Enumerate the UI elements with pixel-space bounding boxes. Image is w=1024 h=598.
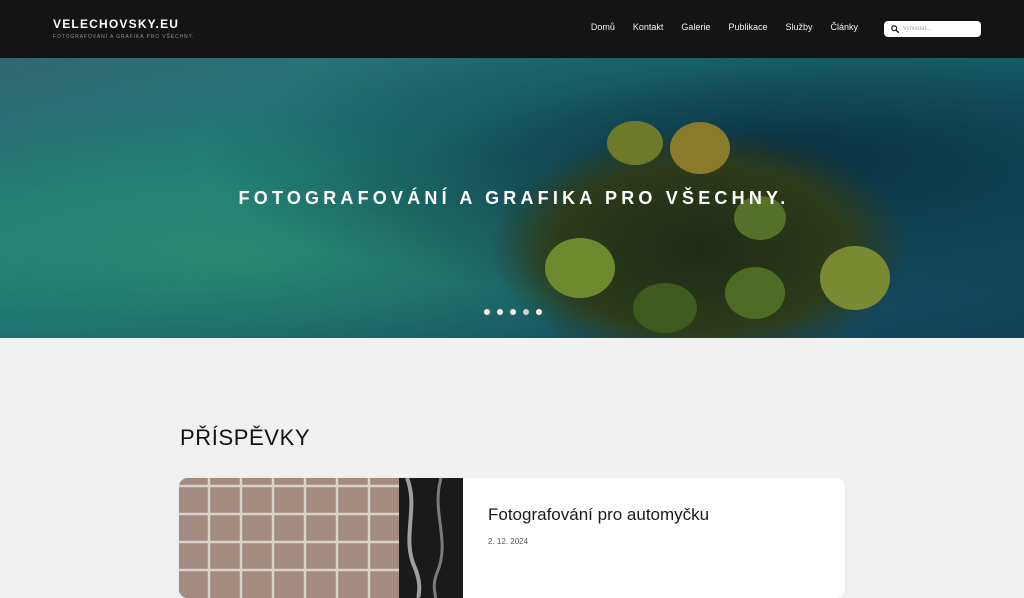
nav-item-publikace[interactable]: Publikace <box>728 22 767 32</box>
site-tagline: FOTOGRAFOVÁNÍ A GRAFIKA PRO VŠECHNY. <box>53 34 195 40</box>
slider-dot-2[interactable] <box>497 309 503 315</box>
slider-dots <box>484 309 549 315</box>
main-nav: Domů Kontakt Galerie Publikace Služby Čl… <box>573 22 858 32</box>
nav-item-clanky[interactable]: Články <box>830 22 858 32</box>
slider-dot-5[interactable] <box>536 309 542 315</box>
site-title[interactable]: VELECHOVSKY.EU <box>53 17 194 31</box>
post-card[interactable]: Fotografování pro automyčku 2. 12. 2024 <box>179 478 845 598</box>
slider-dot-4[interactable] <box>523 309 529 315</box>
nav-item-galerie[interactable]: Galerie <box>681 22 710 32</box>
search-icon <box>891 25 899 33</box>
site-header: VELECHOVSKY.EU FOTOGRAFOVÁNÍ A GRAFIKA P… <box>0 0 1024 58</box>
posts-heading: PŘÍSPĚVKY <box>180 425 311 450</box>
nav-item-kontakt[interactable]: Kontakt <box>633 22 664 32</box>
site-logo[interactable]: VELECHOVSKY.EU FOTOGRAFOVÁNÍ A GRAFIKA P… <box>53 17 194 40</box>
search-input[interactable] <box>903 21 977 37</box>
post-date: 2. 12. 2024 <box>488 537 529 546</box>
post-thumbnail[interactable] <box>179 478 463 598</box>
search-box <box>884 21 981 37</box>
post-title[interactable]: Fotografování pro automyčku <box>488 505 709 525</box>
nav-item-domu[interactable]: Domů <box>591 22 615 32</box>
nav-item-sluzby[interactable]: Služby <box>785 22 812 32</box>
hero-slider[interactable]: FOTOGRAFOVÁNÍ A GRAFIKA PRO VŠECHNY. <box>0 58 1024 338</box>
slider-dot-1[interactable] <box>484 309 490 315</box>
hero-caption: FOTOGRAFOVÁNÍ A GRAFIKA PRO VŠECHNY. <box>238 188 790 208</box>
slider-dot-3[interactable] <box>510 309 516 315</box>
